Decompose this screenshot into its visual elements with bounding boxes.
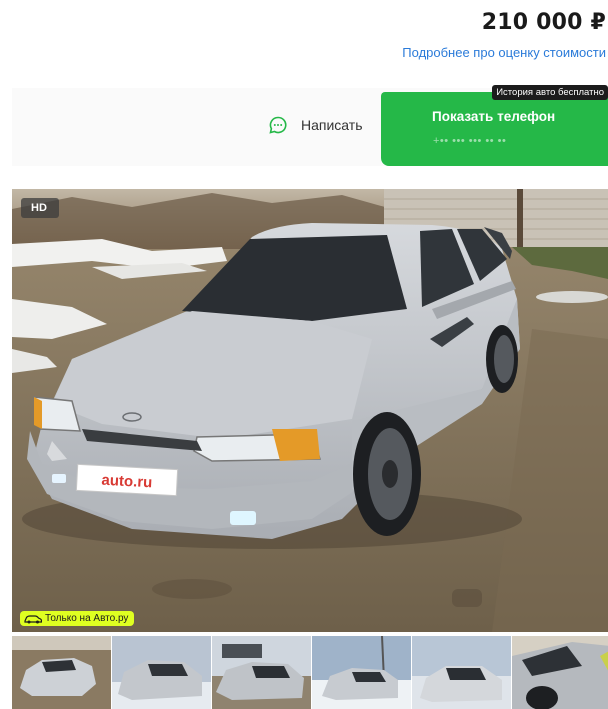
thumbnail-image: [512, 636, 608, 709]
thumbnail[interactable]: [312, 636, 411, 709]
exclusive-badge-label: Только на Авто.ру: [45, 613, 129, 624]
show-phone-button[interactable]: История авто бесплатно Показать телефон …: [381, 85, 608, 166]
chat-icon: [269, 116, 287, 134]
thumbnail[interactable]: [112, 636, 211, 709]
thumbnail[interactable]: [12, 636, 111, 709]
main-photo[interactable]: auto.ru HD Только на Авто.ру: [12, 189, 608, 632]
masked-phone-number: +•• ••• ••• •• ••: [433, 135, 507, 147]
thumbnail[interactable]: [512, 636, 608, 709]
write-message-label: Написать: [301, 117, 363, 133]
thumbnail-image: [212, 636, 311, 709]
thumbnail-image: [312, 636, 411, 709]
contact-actions: Написать История авто бесплатно Показать…: [12, 85, 608, 166]
thumbnail-image: [412, 636, 511, 709]
price: 210 000 ₽: [481, 10, 606, 35]
thumbnail[interactable]: [212, 636, 311, 709]
plate-text: auto.ru: [101, 472, 153, 492]
exclusive-badge: Только на Авто.ру: [20, 611, 135, 626]
hd-badge: HD: [21, 198, 59, 218]
car-photo-image: auto.ru: [12, 189, 608, 632]
car-icon: [24, 614, 42, 623]
show-phone-label: Показать телефон: [432, 109, 556, 124]
thumbnail-image: [12, 636, 111, 709]
price-estimate-link[interactable]: Подробнее про оценку стоимости: [402, 45, 608, 60]
price-block: 210 000 ₽ Подробнее про оценку стоимости: [402, 6, 608, 60]
thumbnail-image: [112, 636, 211, 709]
write-message-button[interactable]: Написать: [269, 116, 362, 134]
history-badge: История авто бесплатно: [492, 85, 608, 100]
thumbnail[interactable]: [412, 636, 511, 709]
thumbnail-strip: [12, 636, 608, 709]
